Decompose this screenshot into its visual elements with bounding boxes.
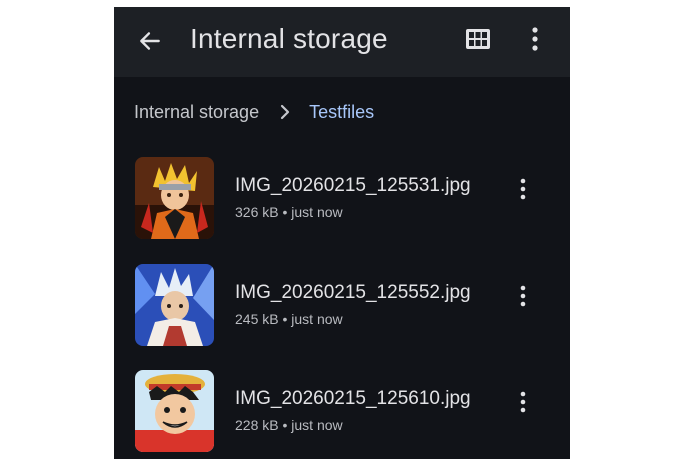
file-thumbnail [135, 264, 214, 346]
arrow-back-icon [140, 32, 160, 50]
file-list-item[interactable]: IMG_20260215_125610.jpg 228 kB • just no… [114, 370, 570, 459]
overflow-menu-button[interactable] [522, 22, 548, 56]
item-more-button[interactable] [512, 388, 534, 416]
chevron-right-icon [279, 104, 291, 120]
file-manager-screen: Internal storage Internal storage Testfi… [114, 7, 570, 459]
page-title: Internal storage [190, 23, 388, 54]
breadcrumb-root[interactable]: Internal storage [134, 102, 259, 123]
more-vert-icon [520, 285, 526, 307]
file-name: IMG_20260215_125610.jpg [235, 388, 471, 409]
grid-view-button[interactable] [463, 24, 493, 54]
file-meta: 228 kB • just now [235, 417, 343, 433]
file-name: IMG_20260215_125552.jpg [235, 282, 471, 303]
more-vert-icon [520, 391, 526, 413]
breadcrumb-current[interactable]: Testfiles [309, 102, 374, 123]
file-thumbnail [135, 157, 214, 239]
grid-view-icon [466, 29, 490, 49]
item-more-button[interactable] [512, 175, 534, 203]
more-vert-icon [520, 178, 526, 200]
app-bar: Internal storage [114, 7, 570, 77]
file-meta: 326 kB • just now [235, 204, 343, 220]
file-meta: 245 kB • just now [235, 311, 343, 327]
file-name: IMG_20260215_125531.jpg [235, 175, 471, 196]
more-vert-icon [532, 27, 538, 51]
breadcrumb: Internal storage Testfiles [134, 100, 374, 124]
file-list-item[interactable]: IMG_20260215_125552.jpg 245 kB • just no… [114, 264, 570, 360]
back-button[interactable] [134, 25, 166, 57]
item-more-button[interactable] [512, 282, 534, 310]
file-list-item[interactable]: IMG_20260215_125531.jpg 326 kB • just no… [114, 157, 570, 253]
file-thumbnail [135, 370, 214, 452]
